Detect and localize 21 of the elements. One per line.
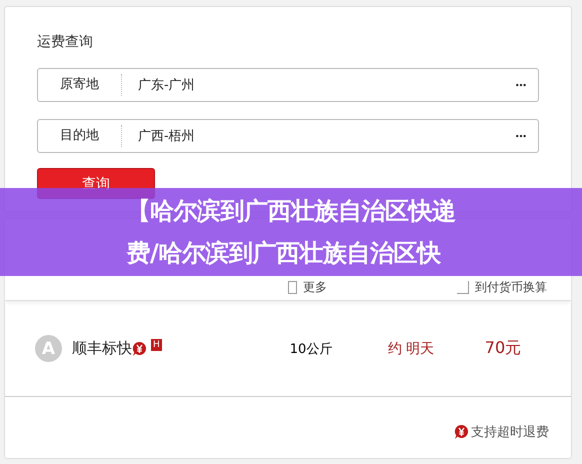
price-text: 70元: [484, 338, 522, 359]
header-link[interactable]: 更多: [303, 278, 327, 296]
document-icon: [288, 280, 297, 294]
location-field[interactable]: 原寄地 广东-广州 •••: [37, 68, 539, 102]
title-banner-text: 【哈尔滨到广西壮族自治区快递 费/哈尔滨到广西壮族自治区快: [126, 196, 456, 269]
more-button[interactable]: •••: [502, 80, 538, 90]
field-value: 广东-广州: [137, 77, 196, 94]
field-label: 原寄地: [38, 74, 122, 96]
header-link[interactable]: 到付货币换算: [475, 278, 547, 296]
field-value: 广西-梧州: [137, 128, 196, 145]
courier-name: 顺丰标快: [72, 339, 132, 358]
service-badge: H: [151, 339, 162, 351]
yen-coin-icon: [132, 340, 147, 356]
panel-title: 运费查询: [37, 33, 93, 51]
yen-coin-icon: [454, 424, 469, 440]
refund-note: 支持超时退费: [471, 424, 549, 441]
field-label: 目的地: [38, 125, 122, 147]
weight-text: 10公斤: [290, 340, 334, 358]
delivery-time: 约 明天: [388, 340, 436, 358]
location-field[interactable]: 目的地 广西-梧州 •••: [37, 119, 539, 153]
more-button[interactable]: •••: [502, 132, 538, 140]
